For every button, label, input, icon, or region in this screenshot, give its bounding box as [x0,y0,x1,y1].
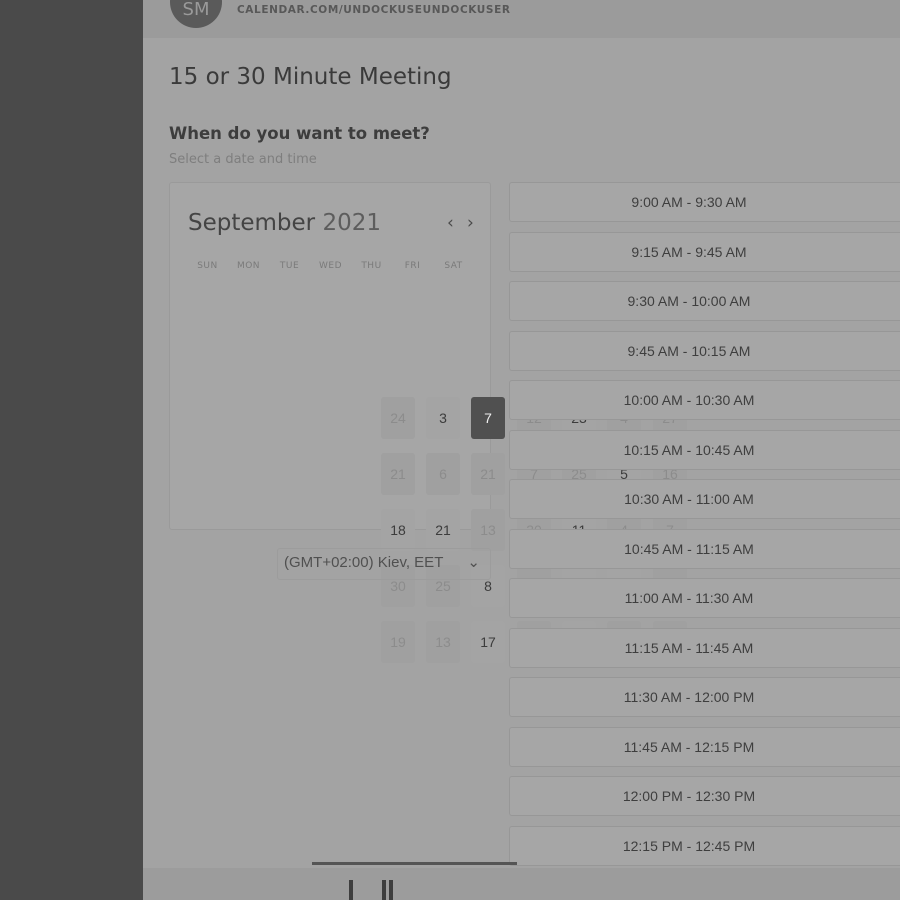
time-slot-button[interactable]: 9:30 AM - 10:00 AM [509,281,900,321]
scroll-indicator [312,862,517,865]
month-name: September [188,210,316,236]
prev-month-icon[interactable]: ‹ [447,213,454,233]
calendar-day[interactable]: 3 [426,397,460,439]
drag-handle-icon [389,880,393,900]
calendar-day[interactable]: 13 [471,509,505,551]
next-month-icon[interactable]: › [467,213,474,233]
drag-handle-icon [382,880,386,900]
year-label: 2021 [322,210,381,236]
weekday-label: WED [318,261,342,271]
section-heading: When do you want to meet? [169,124,430,143]
section-hint: Select a date and time [169,152,317,167]
calendar-day[interactable]: 13 [426,621,460,663]
left-rail [0,0,143,900]
time-slot-button[interactable]: 12:00 PM - 12:30 PM [509,776,900,816]
calendar-day[interactable]: 19 [381,621,415,663]
calendar-day[interactable]: 6 [426,453,460,495]
time-slot-button[interactable]: 9:15 AM - 9:45 AM [509,231,900,272]
drag-handle-icon [349,880,353,900]
weekday-label: MON [236,261,261,271]
time-slot-button[interactable]: 11:30 AM - 12:00 PM [509,677,900,717]
weekday-header: SUN MON TUE WED THU FRI SAT [187,261,472,275]
calendar-day[interactable]: 18 [381,509,415,551]
time-slot-button[interactable]: 12:15 PM - 12:45 PM [509,825,900,866]
time-slot-button[interactable]: 10:15 AM - 10:45 AM [509,429,900,470]
time-slot-button[interactable]: 11:00 AM - 11:30 AM [509,578,900,618]
calendar-day-selected[interactable]: 7 [471,397,505,439]
time-slot-button[interactable]: 9:00 AM - 9:30 AM [509,182,900,222]
time-slot-button[interactable]: 10:45 AM - 11:15 AM [509,528,900,569]
time-slot-button[interactable]: 9:45 AM - 10:15 AM [509,330,900,371]
time-slot-button[interactable]: 10:00 AM - 10:30 AM [509,380,900,420]
profile-url[interactable]: CALENDAR.COM/UNDOCKUSEUNDOCKUSER [237,4,511,16]
weekday-label: TUE [279,261,300,271]
time-slot-button[interactable]: 10:30 AM - 11:00 AM [509,479,900,519]
calendar-month-label: September 2021 [188,210,381,236]
time-slot-button[interactable]: 11:15 AM - 11:45 AM [509,627,900,668]
weekday-label: SUN [197,261,218,271]
calendar-day[interactable]: 21 [381,453,415,495]
bottom-bar [143,868,900,900]
weekday-label: SAT [444,261,463,271]
weekday-label: THU [361,261,382,271]
chevron-down-icon: ⌄ [467,554,480,571]
weekday-label: FRI [404,261,421,271]
calendar-day[interactable]: 21 [471,453,505,495]
time-slot-button[interactable]: 11:45 AM - 12:15 PM [509,726,900,767]
avatar: SM [170,0,222,28]
header-bar: SM CALENDAR.COM/UNDOCKUSEUNDOCKUSER [143,0,900,38]
timezone-select[interactable]: (GMT+02:00) Kiev, EET ⌄ [277,548,491,580]
booking-page: SM CALENDAR.COM/UNDOCKUSEUNDOCKUSER 15 o… [143,0,900,900]
timezone-label: (GMT+02:00) Kiev, EET [284,554,444,571]
calendar-day[interactable]: 17 [471,621,505,663]
calendar-day[interactable]: 21 [426,509,460,551]
page-title: 15 or 30 Minute Meeting [169,64,452,90]
calendar-day[interactable]: 24 [381,397,415,439]
